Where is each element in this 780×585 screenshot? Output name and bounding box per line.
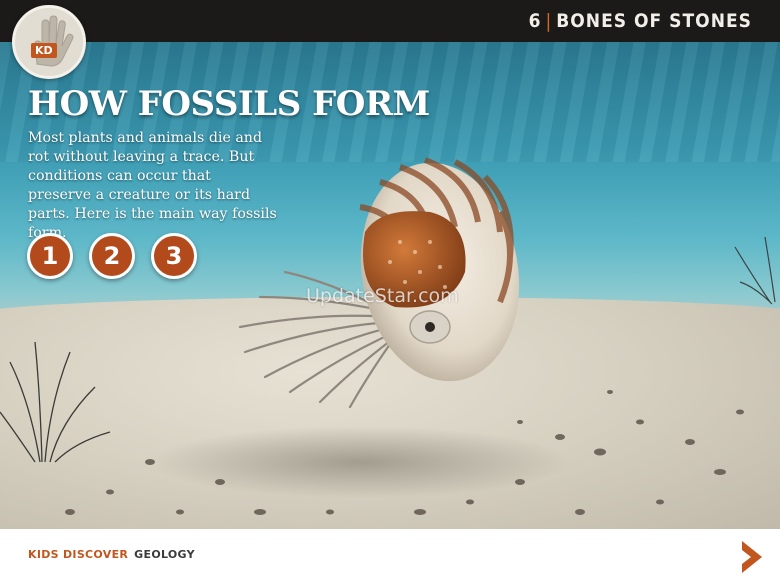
logo-badge: KD bbox=[31, 43, 57, 58]
watermark: UpdateStar.com bbox=[306, 285, 459, 307]
section-title: BONES OF STONES bbox=[556, 10, 752, 32]
intro-text: Most plants and animals die and rot with… bbox=[28, 130, 277, 241]
hand-icon bbox=[34, 15, 74, 67]
brand-subject: GEOLOGY bbox=[134, 548, 195, 561]
kids-discover-logo[interactable]: KD bbox=[12, 5, 86, 79]
footer-brand: KIDS DISCOVER GEOLOGY bbox=[28, 548, 195, 561]
chevron-right-icon[interactable] bbox=[739, 539, 765, 575]
page-separator: | bbox=[545, 10, 553, 32]
step-1-button[interactable]: 1 bbox=[27, 233, 73, 279]
page-indicator: 6 | BONES OF STONES bbox=[529, 9, 752, 33]
top-bar: 6 | BONES OF STONES bbox=[0, 0, 780, 42]
step-3-button[interactable]: 3 bbox=[151, 233, 197, 279]
page-number: 6 bbox=[528, 10, 542, 32]
seaweed-right bbox=[734, 236, 776, 305]
page-title: HOW FOSSILS FORM bbox=[28, 84, 430, 124]
brand-name: KIDS DISCOVER bbox=[28, 548, 129, 561]
step-2-button[interactable]: 2 bbox=[89, 233, 135, 279]
footer: KIDS DISCOVER GEOLOGY bbox=[0, 529, 780, 585]
nautilus-shadow bbox=[150, 426, 570, 498]
seaweed-left bbox=[0, 341, 111, 463]
